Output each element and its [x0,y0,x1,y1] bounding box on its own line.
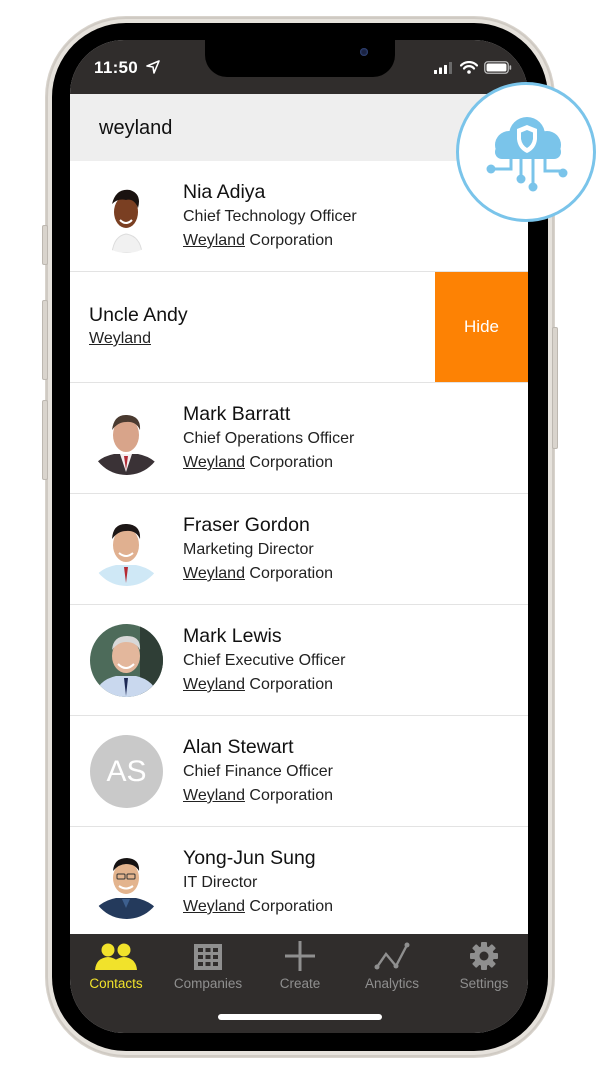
contact-info: Nia Adiya Chief Technology Officer Weyla… [183,180,357,253]
status-bar: 11:50 [70,40,528,94]
power-button [552,327,558,449]
avatar-photo-icon [90,402,163,475]
contact-company: Weyland Corporation [183,895,333,919]
tab-analytics[interactable]: Analytics [346,940,438,996]
search-match: Weyland [183,676,245,693]
battery-icon [484,61,512,74]
contact-company: Weyland Corporation [183,229,357,253]
contact-info: Mark Lewis Chief Executive Officer Weyla… [183,624,345,697]
avatar-initials: AS [90,735,163,808]
location-arrow-icon [146,60,160,74]
avatar [90,180,163,253]
contact-info: Mark Barratt Chief Operations Officer We… [183,402,354,475]
contact-name: Fraser Gordon [183,514,310,536]
contacts-icon [95,943,137,970]
contact-company: Weyland [89,327,188,351]
contact-title: Marketing Director [183,541,314,558]
tab-contacts[interactable]: Contacts [70,940,162,996]
company-rest: Corporation [244,565,334,582]
search-match: Weyland [89,330,151,347]
search-match: Weyland [183,898,245,915]
volume-up-button [42,300,48,380]
line-chart-icon [374,942,410,970]
plus-icon [285,941,315,971]
contact-name: Mark Barratt [183,403,291,425]
contact-title: IT Director [183,874,258,891]
contact-company: Weyland Corporation [183,562,333,586]
contact-row[interactable]: Mark Barratt Chief Operations Officer We… [70,383,528,494]
contact-info: Fraser Gordon Marketing Director Weyland… [183,513,333,586]
contact-title: Chief Executive Officer [183,652,346,669]
contact-info: Yong-Jun Sung IT Director Weyland Corpor… [183,846,333,919]
cloud-security-badge [456,82,596,222]
status-time: 11:50 [94,58,139,77]
tab-label: Analytics [364,976,420,991]
tab-bar: Contacts Companies Create Analytics Sett… [70,934,528,1033]
avatar-photo-icon [90,180,163,253]
search-match: Weyland [183,787,245,804]
contact-company: Weyland Corporation [183,784,333,808]
tab-label: Contacts [89,976,143,991]
avatar [90,624,163,697]
avatar-photo-icon [90,513,163,586]
silent-switch [42,225,48,265]
contact-info: Alan Stewart Chief Finance Officer Weyla… [183,735,333,808]
contact-name: Uncle Andy [89,304,188,326]
search-match: Weyland [183,454,245,471]
contacts-list: Nia Adiya Chief Technology Officer Weyla… [70,161,528,937]
contact-row[interactable]: Mark Lewis Chief Executive Officer Weyla… [70,605,528,716]
tab-companies[interactable]: Companies [162,940,254,996]
contact-info: Uncle Andy Weyland [89,303,188,351]
contact-row[interactable]: Yong-Jun Sung IT Director Weyland Corpor… [70,827,528,937]
contact-company: Weyland Corporation [183,451,354,475]
company-rest: Corporation [244,787,334,804]
contact-row[interactable]: Uncle Andy Weyland Hide [70,272,528,383]
volume-down-button [42,400,48,480]
tab-label: Companies [173,976,243,991]
search-match: Weyland [183,232,245,249]
search-match: Weyland [183,565,245,582]
cloud-shield-network-icon [486,117,568,192]
cellular-signal-icon [434,61,452,74]
company-rest: Corporation [244,454,334,471]
wifi-icon [460,61,478,74]
tab-settings[interactable]: Settings [438,940,528,996]
contact-name: Alan Stewart [183,736,294,758]
avatar-photo-icon [90,846,163,919]
front-camera [360,48,368,56]
avatar [90,513,163,586]
status-icons [434,61,512,74]
company-rest: Corporation [244,676,334,693]
contact-title: Chief Finance Officer [183,763,333,780]
avatar [90,402,163,475]
avatar [90,846,163,919]
contact-name: Yong-Jun Sung [183,847,316,869]
contact-row[interactable]: Fraser Gordon Marketing Director Weyland… [70,494,528,605]
search-input[interactable]: weyland [99,117,172,140]
tab-create[interactable]: Create [254,940,346,996]
contact-name: Mark Lewis [183,625,282,647]
contact-name: Nia Adiya [183,181,266,203]
screen: 11:50 weyland Nia Adiya Chief Technology… [70,40,528,1033]
gear-icon [470,942,498,970]
contact-title: Chief Technology Officer [183,208,357,225]
tab-label: Create [279,976,321,991]
hide-button[interactable]: Hide [435,272,528,382]
tab-label: Settings [459,976,509,991]
building-icon [194,944,222,970]
notch [205,40,395,77]
company-rest: Corporation [244,898,334,915]
contact-row[interactable]: AS Alan Stewart Chief Finance Officer We… [70,716,528,827]
contact-company: Weyland Corporation [183,673,345,697]
avatar-photo-icon [90,624,163,697]
contact-row[interactable]: Nia Adiya Chief Technology Officer Weyla… [70,161,528,272]
company-rest: Corporation [244,232,334,249]
home-indicator[interactable] [218,1014,382,1020]
contact-title: Chief Operations Officer [183,430,355,447]
